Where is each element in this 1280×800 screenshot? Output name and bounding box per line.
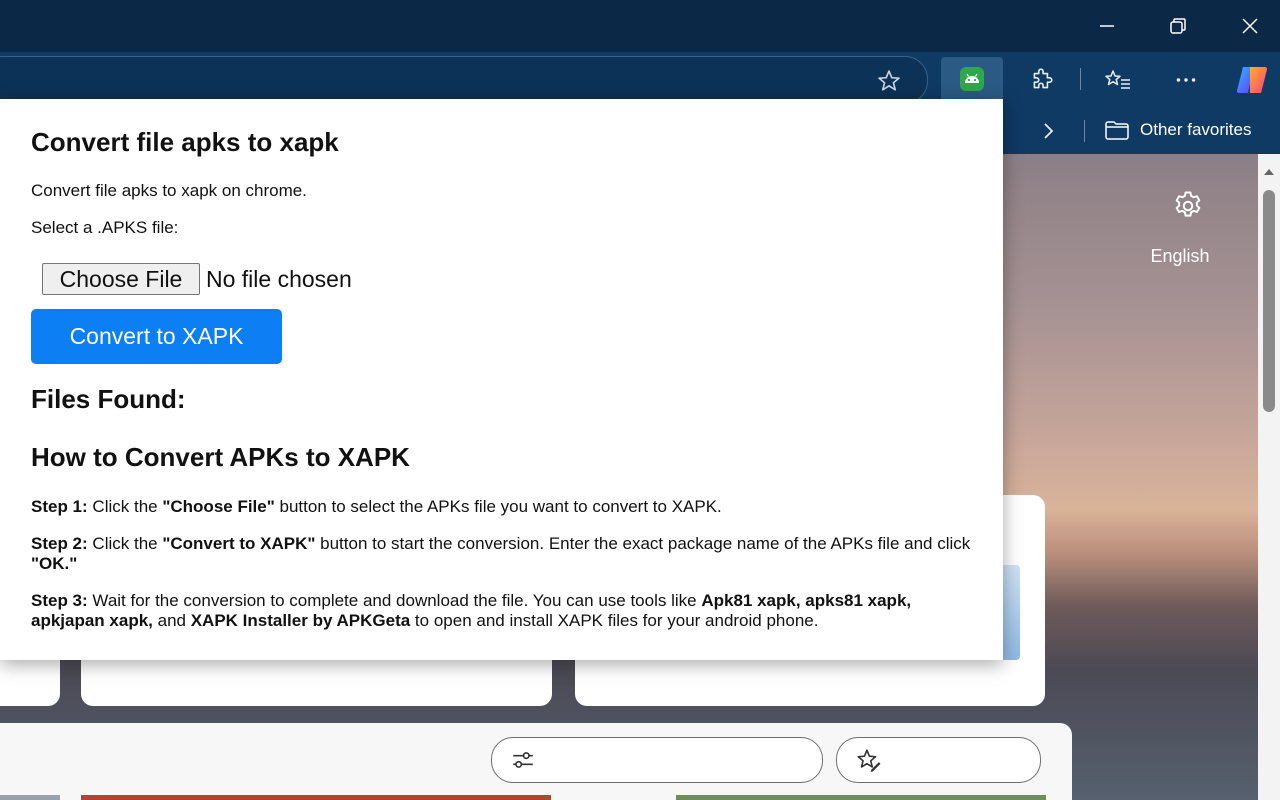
step-emphasis: "Choose File" [162,497,275,516]
step-2-text: Step 2: Click the "Convert to XAPK" butt… [31,534,981,574]
step-3-text: Step 3: Wait for the conversion to compl… [31,591,981,631]
close-icon [1242,18,1258,34]
sliders-icon [510,747,536,773]
popup-description: Convert file apks to xapk on chrome. [31,181,307,200]
android-icon [960,67,984,91]
feed-thumbnail [676,795,1046,800]
scroll-up-arrow-icon[interactable] [1262,166,1276,178]
apks-extension-button[interactable] [941,57,1003,101]
how-to-heading: How to Convert APKs to XAPK [31,442,410,472]
convert-to-xapk-button[interactable]: Convert to XAPK [31,309,282,364]
file-input[interactable]: Choose File No file chosen [42,263,352,295]
close-button[interactable] [1232,8,1268,44]
minimize-button[interactable] [1089,8,1125,44]
address-bar[interactable] [0,56,928,104]
star-list-icon [1105,70,1130,89]
step-text: to open and install XAPK files for your … [410,611,819,630]
puzzle-icon [1033,68,1053,89]
minimize-icon [1100,25,1114,27]
other-favorites-label: Other favorites [1140,120,1252,139]
step-emphasis: XAPK Installer by APKGeta [190,611,411,630]
chevron-right-icon[interactable] [1036,119,1060,143]
step-text: button to select the APKs file you want … [274,497,722,516]
restore-icon [1170,18,1186,34]
copilot-button[interactable] [1232,60,1272,100]
personalize-button[interactable] [836,737,1041,783]
more-horizontal-icon [1176,78,1196,82]
gear-icon [1175,191,1201,217]
step-text: Wait for the conversion to complete and … [87,591,702,610]
other-favorites-button[interactable]: Other favorites [1104,118,1252,142]
restore-button[interactable] [1160,8,1196,44]
files-found-heading: Files Found: [31,384,186,414]
file-status-text: No file chosen [206,265,352,292]
scrollbar-thumb[interactable] [1263,190,1275,412]
feed-thumbnail [0,795,60,800]
page-settings-button[interactable] [1166,184,1210,228]
toolbar-divider [1080,68,1081,90]
feed-settings-button[interactable] [491,737,823,783]
card-thumbnail [1000,565,1020,660]
popup-title: Convert file apks to xapk [31,127,339,157]
title-bar [0,0,1280,52]
select-file-label: Select a .APKS file: [31,218,179,237]
extensions-button[interactable] [1022,60,1062,100]
step-label: Step 3: [31,591,88,610]
step-1-text: Step 1: Click the "Choose File" button t… [31,497,981,517]
step-emphasis: "OK." [31,554,78,573]
step-text: Click the [87,534,163,553]
feed-thumbnail [81,795,551,800]
favorites-button[interactable] [1098,60,1138,100]
favorites-divider [1084,120,1085,142]
language-button[interactable]: English [1140,246,1220,267]
step-text: button to start the conversion. Enter th… [315,534,971,553]
more-button[interactable] [1166,60,1206,100]
step-text: and [152,611,191,630]
step-emphasis: "Convert to XAPK" [162,534,316,553]
step-label: Step 2: [31,534,88,553]
star-edit-icon [855,747,881,773]
copilot-icon [1236,66,1268,94]
add-favorite-button[interactable] [872,64,906,98]
folder-icon [1105,121,1129,140]
step-text: Click the [87,497,163,516]
star-icon [878,70,900,91]
choose-file-button[interactable]: Choose File [42,263,200,295]
step-label: Step 1: [31,497,88,516]
